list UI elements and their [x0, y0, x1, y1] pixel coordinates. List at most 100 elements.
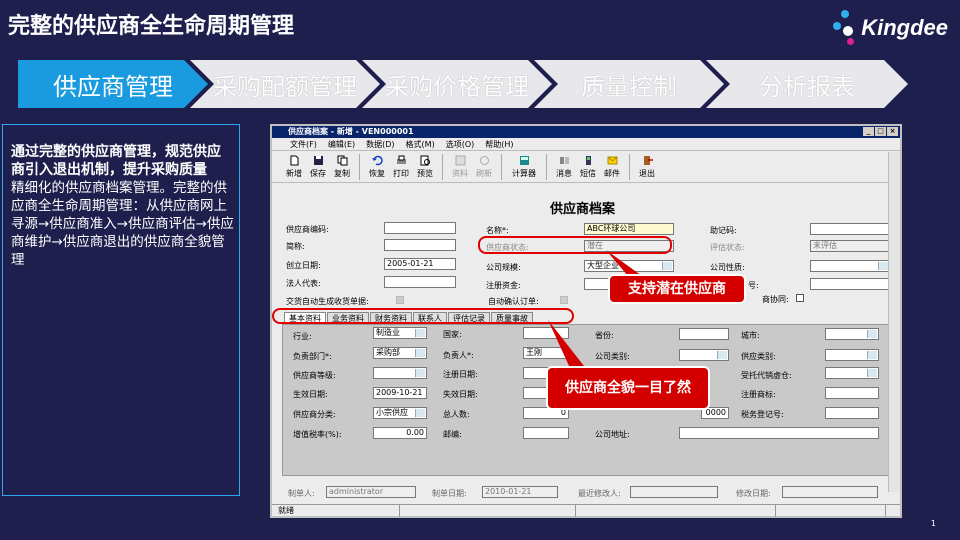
step-label: 采购价格管理	[385, 72, 529, 101]
province-label: 省份:	[595, 331, 614, 340]
menu-format[interactable]: 格式(M)	[406, 139, 435, 150]
owner-select[interactable]: 王刚	[523, 347, 569, 359]
level-label: 供应商等级:	[293, 371, 336, 380]
menu-data[interactable]: 数据(D)	[366, 139, 394, 150]
city-select[interactable]	[825, 328, 879, 340]
calculator-button[interactable]: 计算器	[507, 155, 541, 179]
lookup-icon[interactable]	[662, 262, 672, 270]
name-label: 名称*:	[486, 226, 509, 235]
auto-ship-checkbox[interactable]	[396, 296, 404, 304]
trademark-input[interactable]	[825, 387, 879, 399]
step-price-management[interactable]: 采购价格管理	[362, 60, 552, 108]
undo-button[interactable]: 恢复	[365, 155, 389, 179]
menu-help[interactable]: 帮助(H)	[485, 139, 513, 150]
lookup-icon[interactable]	[415, 349, 425, 357]
callout-supplier-overview: 供应商全貌一目了然	[546, 366, 710, 410]
modify-date-input[interactable]	[782, 486, 878, 498]
modifier-input[interactable]	[630, 486, 718, 498]
lookup-icon[interactable]	[867, 369, 877, 377]
data-button[interactable]: 资料	[448, 155, 472, 179]
category-select[interactable]: 小宗供应	[373, 407, 427, 419]
toolbar-label: 新增	[286, 168, 302, 178]
vat-input[interactable]: 0.00	[373, 427, 427, 439]
name-input[interactable]: ABC环球公司	[584, 223, 674, 235]
step-label: 质量控制	[581, 72, 677, 101]
collab-checkbox[interactable]	[796, 294, 804, 302]
mnemonic-input[interactable]	[810, 223, 890, 235]
exit-button[interactable]: 退出	[635, 155, 659, 179]
step-quota-management[interactable]: 采购配额管理	[190, 60, 380, 108]
menu-edit[interactable]: 编辑(E)	[328, 139, 355, 150]
vertical-scrollbar[interactable]	[888, 152, 900, 492]
step-label: 采购配额管理	[213, 72, 357, 101]
company-type-select[interactable]	[679, 349, 729, 361]
scale-select[interactable]: 大型企业	[584, 260, 674, 272]
status-bar: 就绪	[272, 504, 900, 517]
status-cell	[776, 505, 886, 517]
collab-label: 商协同:	[762, 295, 789, 304]
created-date-input[interactable]: 2005-01-21	[384, 258, 456, 270]
copy-icon	[337, 155, 347, 165]
status-cell	[400, 505, 576, 517]
logo-text: Kingdee	[861, 15, 948, 40]
dept-value: 采购部	[376, 348, 400, 357]
save-button[interactable]: 保存	[306, 155, 330, 179]
creator-label: 制单人:	[288, 489, 315, 498]
refresh-button[interactable]: 刷新	[472, 155, 496, 179]
message-button[interactable]: 消息	[552, 155, 576, 179]
owner-value: 王刚	[526, 348, 542, 357]
close-button[interactable]: ×	[887, 127, 898, 136]
expire-date-label: 失效日期:	[443, 390, 478, 399]
vat-label: 增值税率(%):	[293, 430, 342, 439]
effective-date-input[interactable]: 2009-10-21	[373, 387, 427, 399]
tax-reg-input[interactable]	[825, 407, 879, 419]
lookup-icon[interactable]	[867, 330, 877, 338]
province-select[interactable]	[679, 328, 729, 340]
mail-button[interactable]: 邮件	[600, 155, 624, 179]
warehouse-select[interactable]	[825, 367, 879, 379]
description-panel: 通过完整的供应商管理，规范供应商引入退出机制，提升采购质量 精细化的供应商档案管…	[2, 124, 240, 496]
step-supplier-management[interactable]: 供应商管理	[18, 60, 208, 108]
lookup-icon[interactable]	[415, 369, 425, 377]
calculator-icon	[519, 155, 529, 165]
new-button[interactable]: 新增	[282, 155, 306, 179]
warehouse-label: 受托代销虚仓:	[741, 371, 792, 380]
scale-value: 大型企业	[587, 261, 619, 270]
dept-select[interactable]: 采购部	[373, 347, 427, 359]
creator-input[interactable]: administrator	[326, 486, 416, 498]
lookup-icon[interactable]	[415, 329, 425, 337]
logo-dots-icon	[833, 10, 859, 46]
panel-body: 精细化的供应商档案管理。完整的供应商全生命周期管理：从供应商网上寻源→供应商准入…	[11, 180, 234, 268]
modifier-label: 最近修改人:	[578, 489, 621, 498]
nature-select[interactable]	[810, 260, 890, 272]
step-analysis-reports[interactable]: 分析报表	[706, 60, 908, 108]
level-select[interactable]	[373, 367, 427, 379]
maximize-button[interactable]: □	[875, 127, 886, 136]
print-button[interactable]: 打印	[389, 155, 413, 179]
country-select[interactable]	[523, 327, 569, 339]
zip-input[interactable]	[523, 427, 569, 439]
lookup-icon[interactable]	[878, 262, 888, 270]
minimize-button[interactable]: _	[863, 127, 874, 136]
menu-options[interactable]: 选项(O)	[446, 139, 475, 150]
reg-no-input[interactable]	[810, 278, 890, 290]
toolbar-separator	[442, 153, 443, 180]
lookup-icon[interactable]	[867, 351, 877, 359]
menu-file[interactable]: 文件(F)	[290, 139, 317, 150]
legal-rep-input[interactable]	[384, 276, 456, 288]
toolbar-label: 刷新	[476, 168, 492, 178]
step-quality-control[interactable]: 质量控制	[534, 60, 724, 108]
preview-button[interactable]: 预览	[413, 155, 437, 179]
create-date-input[interactable]: 2010-01-21	[482, 486, 558, 498]
address-input[interactable]	[679, 427, 879, 439]
supplier-type-select[interactable]	[825, 349, 879, 361]
sms-button[interactable]: 短信	[576, 155, 600, 179]
short-name-input[interactable]	[384, 239, 456, 251]
copy-button[interactable]: 复制	[330, 155, 354, 179]
supplier-code-input[interactable]	[384, 222, 456, 234]
eval-status-input[interactable]: 未评估	[810, 240, 890, 252]
lookup-icon[interactable]	[717, 351, 727, 359]
auto-confirm-checkbox[interactable]	[560, 296, 568, 304]
industry-select[interactable]: 制造业	[373, 327, 427, 339]
lookup-icon[interactable]	[415, 409, 425, 417]
